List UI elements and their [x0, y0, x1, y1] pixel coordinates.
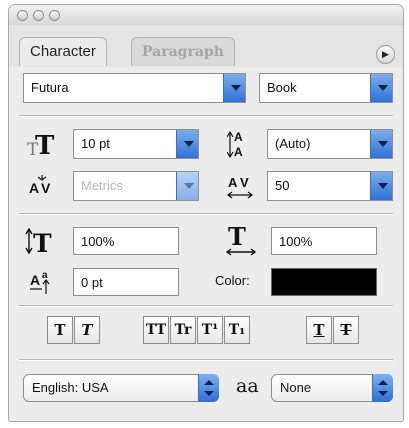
svg-text:V: V	[240, 175, 249, 190]
chevron-down-icon[interactable]	[370, 130, 392, 158]
divider	[19, 359, 393, 361]
baseline-shift-value: 0 pt	[81, 275, 103, 290]
tab-strip: Character Paragraph ▶	[9, 25, 403, 67]
svg-text:T: T	[33, 229, 52, 257]
chevron-down-icon[interactable]	[370, 74, 392, 102]
svg-text:A: A	[234, 130, 243, 144]
font-size-icon: T T	[25, 127, 57, 161]
faux-italic-button[interactable]: T	[74, 316, 100, 344]
strikethrough-button[interactable]: T	[333, 316, 359, 344]
superscript-button[interactable]: T¹	[197, 316, 223, 344]
vertical-scale-value: 100%	[81, 234, 115, 249]
antialias-select[interactable]: None	[271, 374, 393, 402]
horizontal-scale-value: 100%	[279, 234, 313, 249]
svg-text:V: V	[41, 180, 51, 196]
svg-text:T: T	[228, 223, 246, 251]
svg-text:A: A	[30, 272, 40, 288]
font-size-field[interactable]: 10 pt	[73, 129, 199, 159]
vertical-scale-field[interactable]: 100%	[73, 227, 179, 255]
minimize-button[interactable]	[33, 10, 44, 21]
antialias-icon: aa	[236, 375, 259, 397]
leading-value: (Auto)	[275, 136, 311, 151]
kerning-icon: A V	[27, 171, 57, 201]
small-caps-button[interactable]: Tr	[170, 316, 196, 344]
all-caps-button[interactable]: TT	[143, 316, 169, 344]
svg-text:A: A	[228, 175, 238, 190]
svg-text:A: A	[29, 180, 39, 196]
font-style-select[interactable]: Book	[259, 73, 393, 103]
baseline-shift-field[interactable]: 0 pt	[73, 268, 179, 296]
baseline-shift-icon: A a	[29, 267, 57, 297]
stepper-icon[interactable]	[372, 374, 393, 402]
kerning-field[interactable]: Metrics	[73, 171, 199, 201]
character-panel: Character Paragraph ▶ Futura Book T T 10…	[8, 4, 404, 422]
subscript-button[interactable]: T₁	[224, 316, 250, 344]
svg-text:A: A	[234, 145, 243, 159]
font-family-value: Futura	[31, 80, 69, 95]
tracking-field[interactable]: 50	[267, 171, 393, 201]
language-value: English: USA	[32, 380, 109, 395]
color-label: Color:	[215, 273, 250, 288]
divider	[19, 213, 393, 215]
horizontal-scale-icon: T	[223, 222, 259, 257]
svg-text:T: T	[35, 131, 55, 159]
tab-character[interactable]: Character	[19, 37, 107, 66]
chevron-down-icon[interactable]	[176, 130, 198, 158]
close-button[interactable]	[17, 10, 28, 21]
font-style-value: Book	[267, 80, 297, 95]
horizontal-scale-field[interactable]: 100%	[271, 227, 377, 255]
kerning-value: Metrics	[81, 178, 123, 193]
divider	[19, 115, 393, 117]
tab-paragraph[interactable]: Paragraph	[131, 37, 235, 66]
font-size-value: 10 pt	[81, 136, 110, 151]
chevron-down-icon[interactable]	[176, 172, 198, 200]
chevron-down-icon[interactable]	[223, 74, 245, 102]
stepper-icon[interactable]	[198, 374, 219, 402]
antialias-value: None	[280, 380, 312, 395]
faux-bold-button[interactable]: T	[47, 316, 73, 344]
panel-menu-button[interactable]: ▶	[376, 45, 395, 64]
title-bar	[9, 5, 403, 26]
leading-icon: A A	[226, 129, 253, 159]
divider	[19, 305, 393, 307]
language-select[interactable]: English: USA	[23, 374, 219, 402]
vertical-scale-icon: T	[25, 225, 57, 258]
svg-text:a: a	[42, 270, 48, 281]
font-family-select[interactable]: Futura	[23, 73, 246, 103]
zoom-button[interactable]	[49, 10, 60, 21]
underline-button[interactable]: T	[306, 316, 332, 344]
chevron-down-icon[interactable]	[370, 172, 392, 200]
leading-field[interactable]: (Auto)	[267, 129, 393, 159]
tracking-icon: A V	[225, 171, 255, 201]
color-swatch[interactable]	[271, 268, 377, 296]
tracking-value: 50	[275, 178, 290, 193]
